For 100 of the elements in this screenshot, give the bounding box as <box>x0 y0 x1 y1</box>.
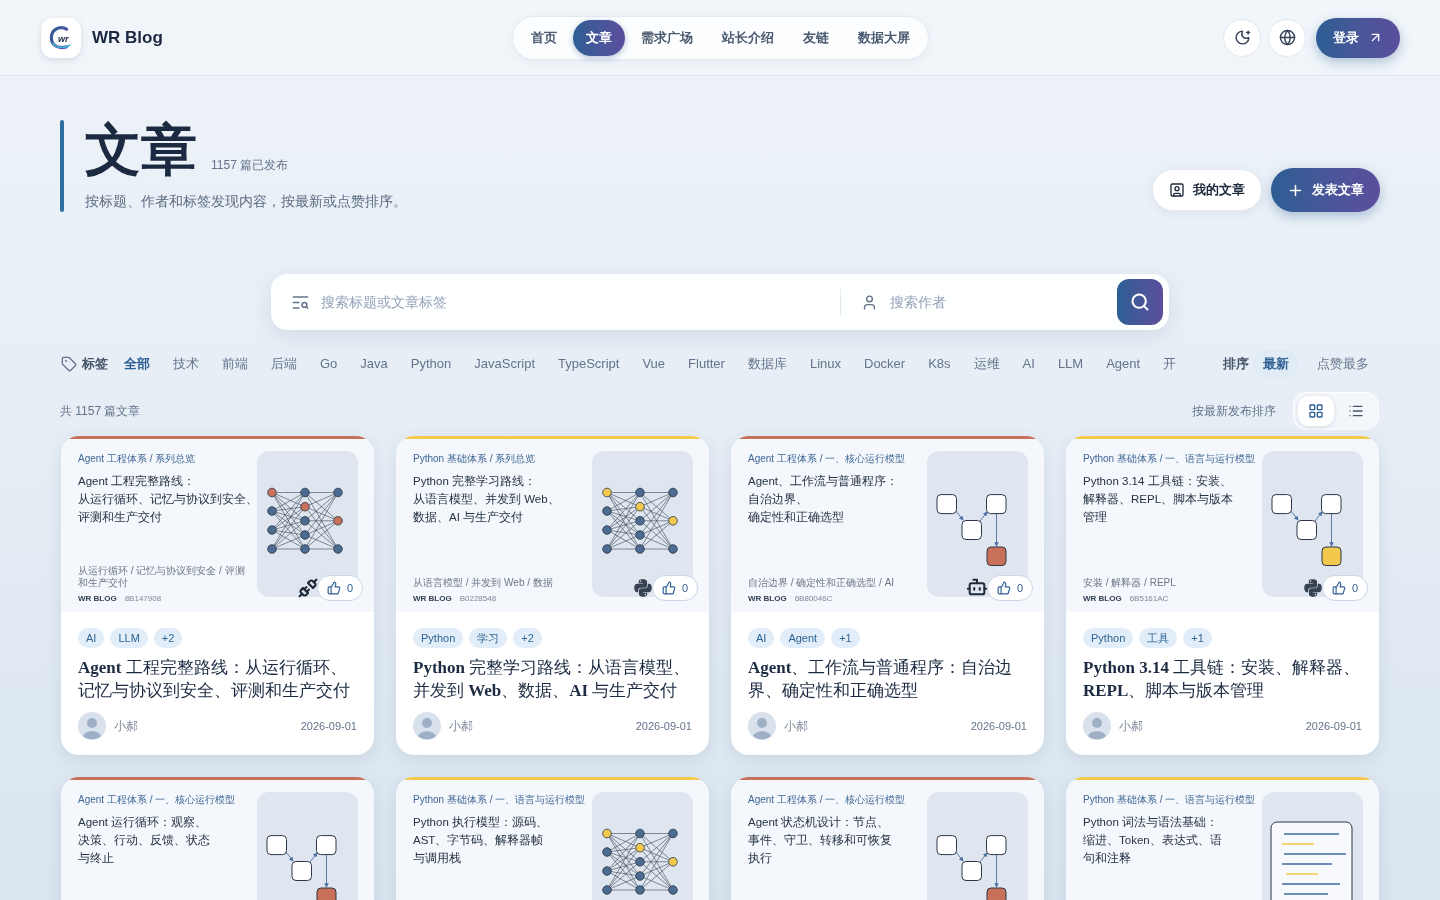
cover-title-line: 与终止 <box>78 851 115 866</box>
avatar-icon <box>1083 712 1111 740</box>
tag-chip[interactable]: 学习 <box>469 628 508 648</box>
article-code: 6B5161AC <box>1129 594 1169 604</box>
article-card[interactable]: Agent 工程体系 / 一、核心运行模型 Agent 运行循环：观察、 决策、行动、反馈、状态 与终止 <box>61 777 374 900</box>
tag-filter[interactable]: JavaScript <box>474 354 535 374</box>
nav-tab[interactable]: 文章 <box>573 19 625 56</box>
tag-filter[interactable]: LLM <box>1057 354 1084 374</box>
author-search-input[interactable]: 搜索作者 <box>890 291 1117 313</box>
view-mode-button[interactable] <box>1298 396 1334 426</box>
tag-filter[interactable]: 技术 <box>173 354 199 374</box>
tag-filter[interactable]: Vue <box>642 354 666 374</box>
cover-title-line: 句和注释 <box>1083 851 1132 866</box>
publish-date: 2026-09-01 <box>300 718 357 734</box>
tag-filter[interactable]: Flutter <box>688 354 725 374</box>
tag-filter[interactable]: 后端 <box>271 354 297 374</box>
my-articles-button[interactable]: 我的文章 <box>1152 169 1262 211</box>
article-title[interactable]: Python 3.14 工具链：安装、解释器、REPL、脚本与版本管理 <box>1083 656 1362 702</box>
tag-filter[interactable]: Linux <box>809 354 841 374</box>
like-button[interactable]: 0 <box>651 575 698 601</box>
cover-title-line: 从语言模型、并发到 Web、 <box>413 492 561 507</box>
cover-title-line: 数据、AI 与生产交付 <box>413 510 525 525</box>
like-button[interactable]: 0 <box>1321 575 1368 601</box>
search-button[interactable] <box>1117 279 1163 325</box>
article-card[interactable]: Python 基础体系 / 系列总览 Python 完整学习路线： 从语言模型、并发到 Web、 数据、AI 与生产交付 从语言模型 / 并发到 Web / 数据 WR BLOG B0228548 0 Python 学习 +2 Python 完整学习路线：从语言模型、并发到 Web、数据、AI 与生产交付 小郝 2026-09-01 <box>396 436 709 755</box>
cover-title-line: Agent 工程完整路线： <box>78 474 197 489</box>
cover-title-line: 从运行循环、记忆与协议到安全、 <box>78 492 253 507</box>
thumbs-up-icon <box>996 581 1011 595</box>
thumbs-up-icon <box>661 581 676 595</box>
tag-chip[interactable]: AI <box>78 628 105 648</box>
article-card[interactable]: Python 基础体系 / 一、语言与运行模型 Python 执行模型：源码、 AST、字节码、解释器帧 与调用栈 <box>396 777 709 900</box>
tag-chip[interactable]: LLM <box>110 628 148 648</box>
title-search-input[interactable]: 搜索标题或文章标签 <box>321 291 840 313</box>
tag-chip[interactable]: Agent <box>780 628 826 648</box>
tag-filter[interactable]: 开 <box>1163 354 1177 374</box>
cover-title-line: 执行 <box>748 851 773 866</box>
series-path: Python 基础体系 / 一、语言与运行模型 <box>413 794 587 806</box>
nav-tab[interactable]: 数据大屏 <box>845 19 923 56</box>
author-name[interactable]: 小郝 <box>114 717 138 735</box>
tag-chip[interactable]: +2 <box>513 628 542 648</box>
tag-chip[interactable]: +2 <box>153 628 183 648</box>
cover-title-line: 解释器、REPL、脚本与版本 <box>1083 492 1235 507</box>
brand-label: WR BLOG <box>748 594 787 604</box>
series-path: Agent 工程体系 / 一、核心运行模型 <box>748 453 907 465</box>
page-subtitle: 按标题、作者和标签发现内容，按最新或点赞排序。 <box>85 192 407 211</box>
tag-filter[interactable]: 运维 <box>973 354 1000 374</box>
article-card[interactable]: Agent 工程体系 / 一、核心运行模型 Agent、工作流与普通程序： 自治边界、 确定性和正确选型 自治边界 / 确定性和正确选型 / AI WR BLOG 6B80046C 0 AI Agent +1 Agent、工作流与普通程序：自治边界、确定性和正确选型 小郝 2026-09-01 <box>731 436 1044 755</box>
nav-tab[interactable]: 首页 <box>518 19 570 56</box>
author-name[interactable]: 小郝 <box>1119 717 1143 735</box>
nav-tab[interactable]: 友链 <box>790 19 842 56</box>
tag-filter[interactable]: AI <box>1022 354 1035 374</box>
moon-icon <box>1233 29 1251 46</box>
sort-option[interactable]: 最新 <box>1253 350 1299 378</box>
author-name[interactable]: 小郝 <box>449 717 473 735</box>
site-name[interactable]: WR Blog <box>92 24 163 51</box>
tag-filter[interactable]: TypeScript <box>558 354 620 374</box>
tag-filter[interactable]: K8s <box>928 354 951 374</box>
tag-filter[interactable]: Python <box>410 354 452 374</box>
article-card[interactable]: Agent 工程体系 / 系列总览 Agent 工程完整路线： 从运行循环、记忆与协议到安全、 评测和生产交付 从运行循环 / 记忆与协议到安全 / 评测和生产交付 WR BLOG 8B147908 0 AI LLM +2 Agent 工程完整路线：从运行循环、记忆与协议到安全、评测和生产交付 小郝 2026-09-01 <box>61 436 374 755</box>
author-name[interactable]: 小郝 <box>784 717 808 735</box>
tag-chip[interactable]: Python <box>413 628 464 648</box>
article-card[interactable]: Agent 工程体系 / 一、核心运行模型 Agent 状态机设计：节点、 事件、守卫、转移和可恢复 执行 <box>731 777 1044 900</box>
cover-title-line: 确定性和正确选型 <box>748 510 845 525</box>
nav-tab[interactable]: 站长介绍 <box>709 19 787 56</box>
like-button[interactable]: 0 <box>316 575 363 601</box>
article-title[interactable]: Python 完整学习路线：从语言模型、并发到 Web、数据、AI 与生产交付 <box>413 656 692 702</box>
article-title[interactable]: Agent、工作流与普通程序：自治边界、确定性和正确选型 <box>748 656 1027 702</box>
tag-filter[interactable]: Java <box>360 354 388 374</box>
cover-title-line: 与调用栈 <box>413 851 462 866</box>
cover-title-line: Python 词法与语法基础： <box>1083 815 1219 830</box>
like-button[interactable]: 0 <box>986 575 1033 601</box>
sort-description: 按最新发布排序 <box>1192 403 1276 420</box>
tag-chip[interactable]: 工具 <box>1139 628 1178 648</box>
cover-title-line: AST、字节码、解释器帧 <box>413 833 545 848</box>
python-logo-icon <box>633 578 653 598</box>
tag-filter[interactable]: 前端 <box>222 354 248 374</box>
nav-tab[interactable]: 需求广场 <box>628 19 706 56</box>
tag-filter[interactable]: Go <box>320 354 338 374</box>
tag-filter[interactable]: 全部 <box>124 354 150 374</box>
tag-chip[interactable]: AI <box>748 628 775 648</box>
publish-article-button[interactable]: 发表文章 <box>1271 168 1380 212</box>
page-title: 文章 <box>85 120 197 180</box>
article-card[interactable]: Python 基础体系 / 一、语言与运行模型 Python 词法与语法基础： 缩进、Token、表达式、语 句和注释 <box>1066 777 1379 900</box>
login-button[interactable]: 登录 <box>1316 17 1400 58</box>
tag-chip[interactable]: +1 <box>831 628 860 648</box>
cover-title-line: 决策、行动、反馈、状态 <box>78 833 211 848</box>
cover-title-line: Python 3.14 工具链：安装、 <box>1083 474 1233 489</box>
thumbs-up-icon <box>326 581 341 595</box>
tag-filter[interactable]: Agent <box>1106 354 1141 374</box>
site-logo[interactable]: wr <box>41 17 81 58</box>
theme-toggle-button[interactable] <box>1223 18 1261 57</box>
tag-filter[interactable]: Docker <box>864 354 906 374</box>
language-button[interactable] <box>1268 18 1306 57</box>
article-card[interactable]: Python 基础体系 / 一、语言与运行模型 Python 3.14 工具链：安装、 解释器、REPL、脚本与版本 管理 安装 / 解释器 / REPL WR BLOG 6B5161AC 0 Python 工具 +1 Python 3.14 工具链：安装、解释器、REPL、脚本与版本管理 小郝 2026-09-01 <box>1066 436 1379 755</box>
cover-title-line: 评测和生产交付 <box>78 510 163 525</box>
sort-option[interactable]: 点赞最多 <box>1307 350 1379 378</box>
tag-filter[interactable]: 数据库 <box>747 354 787 374</box>
tag-chip[interactable]: Python <box>1083 628 1134 648</box>
tag-chip[interactable]: +1 <box>1183 628 1212 648</box>
article-title[interactable]: Agent 工程完整路线：从运行循环、记忆与协议到安全、评测和生产交付 <box>78 656 357 702</box>
